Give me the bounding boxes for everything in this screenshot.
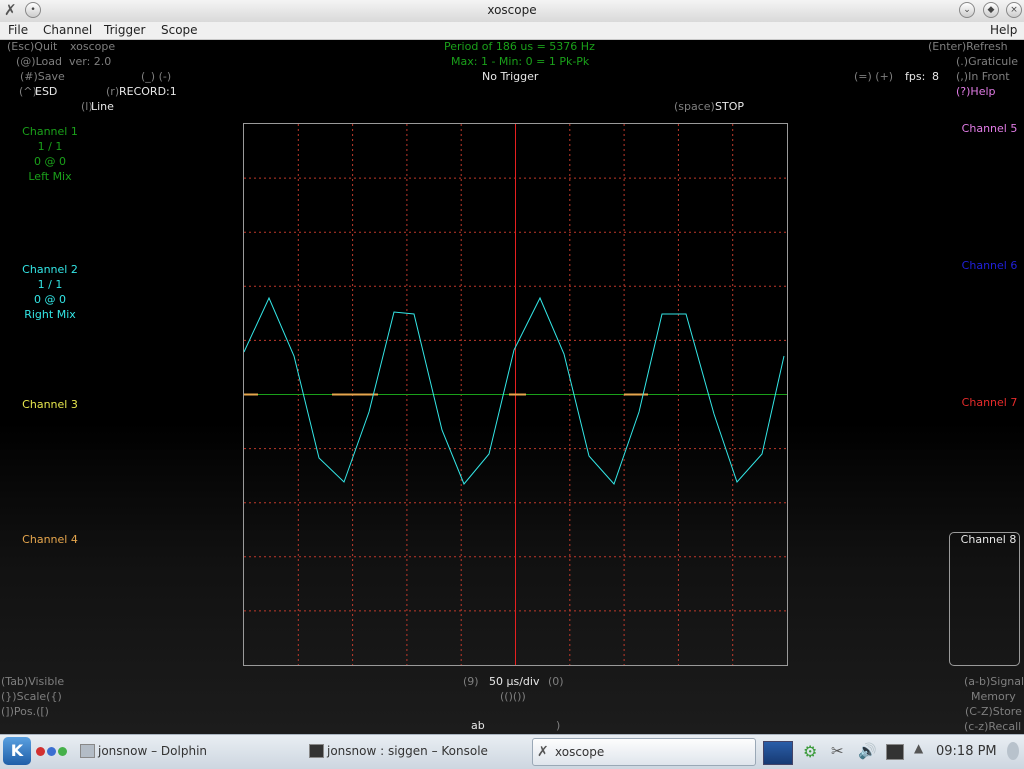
channel-7-label[interactable]: Channel 7 [952,396,1024,409]
pager-icon[interactable] [763,741,793,765]
fps-keys[interactable]: (=) (+) [854,70,893,83]
visible-key[interactable]: (Tab)Visible [1,675,64,688]
window-title: xoscope [487,3,537,17]
record-label: RECORD:1 [119,85,177,98]
run-state: STOP [715,100,744,113]
tray-expand-icon[interactable]: ▲ [914,741,923,755]
task-xoscope[interactable]: ✗ xoscope [532,738,756,766]
channel-6-label[interactable]: Channel 6 [952,259,1024,272]
channel-2-scale: 1 / 1 [37,278,63,291]
timebase-readout: 50 µs/div [489,675,540,688]
title-bar: ✗ • xoscope ⌄ ◆ × [0,0,1024,23]
pos-key[interactable]: (])Pos.([) [1,705,49,718]
channel-1-label[interactable]: Channel 1 [0,125,100,138]
channel-1-position: 0 @ 0 [34,155,66,168]
infront-key[interactable]: (,)In Front [956,70,1010,83]
speed-keys[interactable]: (_) (-) [141,70,171,83]
memory-label: Memory [971,690,1016,703]
space-key[interactable]: (space) [674,100,715,113]
help-key[interactable]: (?)Help [956,85,996,98]
network-icon[interactable] [886,744,904,760]
record-key[interactable]: (r) [106,85,119,98]
quit-key[interactable]: (Esc)Quit [7,40,57,53]
oscilloscope-graticule[interactable] [243,123,788,666]
position-keys[interactable]: (()()) [500,690,526,703]
timebase-up-key[interactable]: (0) [548,675,564,688]
channel-2-trace [244,296,785,485]
update-gear-icon[interactable]: ⚙ [803,742,823,761]
task-dolphin[interactable]: jonsnow – Dolphin [76,738,298,764]
channel-2-position: 0 @ 0 [34,293,66,306]
channel-1-source: Left Mix [28,170,72,183]
version-label: ver: 2.0 [69,55,112,68]
channel-3-label[interactable]: Channel 3 [0,398,100,411]
memory-keys: ab [471,719,485,732]
app-name: xoscope [70,40,116,53]
save-key[interactable]: (#)Save [20,70,65,83]
memory-keys-close: ) [556,719,561,732]
fps-label: fps: [905,70,926,83]
minimize-button[interactable]: ⌄ [959,2,975,18]
load-key[interactable]: (@)Load [16,55,62,68]
scale-key[interactable]: (})Scale({) [1,690,62,703]
channel-4-label[interactable]: Channel 4 [0,533,100,546]
waveform-display [244,124,787,665]
store-key[interactable]: (C-Z)Store [965,705,1022,718]
signal-key[interactable]: (a-b)Signal [964,675,1024,688]
esd-label: ESD [35,85,58,98]
recall-key[interactable]: (c-z)Recall [964,720,1021,733]
clock[interactable]: 09:18 PM [936,744,997,759]
refresh-key[interactable]: (Enter)Refresh [928,40,1008,53]
channel-5-label[interactable]: Channel 5 [952,122,1024,135]
trigger-status: No Trigger [482,70,539,83]
taskbar: K jonsnow – Dolphin jonsnow : siggen – K… [0,734,1024,769]
scissors-icon[interactable]: ✂ [831,742,851,760]
red-dot-icon[interactable] [36,747,45,756]
task-konsole[interactable]: jonsnow : siggen – Konsole [305,738,537,764]
timebase-down-key[interactable]: (9) [463,675,479,688]
folder-icon [80,744,95,758]
minmax-readout: Max: 1 - Min: 0 = 1 Pk-Pk [451,55,590,68]
kde-menu-icon[interactable]: K [3,737,31,765]
terminal-icon [309,744,324,758]
graticule-key[interactable]: (.)Graticule [956,55,1018,68]
volume-icon[interactable]: 🔊 [858,742,878,760]
menu-channel[interactable]: Channel [43,22,92,39]
close-button[interactable]: × [1006,2,1022,18]
fps-value: 8 [932,70,939,83]
line-label: Line [91,100,114,113]
channel-1-scale: 1 / 1 [37,140,63,153]
green-dot-icon[interactable] [58,747,67,756]
cashew-icon[interactable] [1007,742,1019,760]
menu-bar: File Channel Trigger Scope Help [0,22,1024,40]
menu-file[interactable]: File [8,22,28,39]
task-label: jonsnow : siggen – Konsole [327,744,488,758]
channel-8-box[interactable] [949,532,1020,666]
menu-scope[interactable]: Scope [161,22,198,39]
maximize-button[interactable]: ◆ [983,2,999,18]
channel-2-source: Right Mix [24,308,76,321]
task-label: xoscope [555,745,605,759]
blue-dot-icon[interactable] [47,747,56,756]
xoscope-icon: ✗ [537,744,549,760]
period-readout: Period of 186 us = 5376 Hz [444,40,595,53]
channel-8-label[interactable]: Channel 8 [951,533,1024,546]
channel-2-label[interactable]: Channel 2 [0,263,100,276]
task-label: jonsnow – Dolphin [98,744,208,758]
menu-trigger[interactable]: Trigger [104,22,145,39]
menu-help[interactable]: Help [990,22,1017,39]
